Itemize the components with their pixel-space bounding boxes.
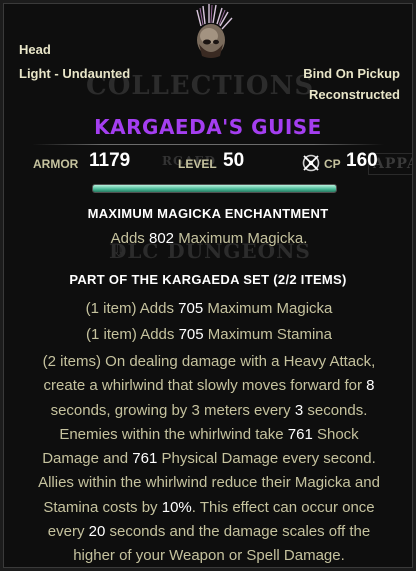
level-label: LEVEL [178, 157, 217, 171]
item-status: Reconstructed [308, 87, 400, 102]
set-bonus-2-suffix: Maximum Stamina [207, 326, 332, 343]
set-bonus-line: (2 items) On dealing damage with a Heavy… [10, 350, 408, 374]
set-bonus-line-text: Physical Damage every second. [161, 450, 376, 468]
set-bonus-line-text: every [47, 523, 85, 541]
set-bonus-line-value: 8 [366, 377, 375, 395]
feathered-helm-icon [196, 4, 233, 58]
champion-point-icon [302, 154, 320, 172]
set-bonus-line-text: Shock [316, 425, 359, 443]
armor-value: 1179 [89, 150, 131, 171]
set-bonus-1-prefix: (1 item) Adds [85, 300, 174, 317]
level-value: 50 [223, 150, 245, 171]
condition-bar [92, 184, 337, 193]
condition-bar-fill [93, 185, 336, 192]
set-bonus-line-text: create a whirlwind that slowly moves for… [43, 377, 362, 395]
item-tooltip: COLLECTIONS rgaed Appa ⇩ DLC DUNGEONS He… [3, 3, 413, 568]
item-name: KARGAEDA'S GUISE [94, 115, 322, 139]
name-divider [32, 144, 384, 145]
set-bonus-line: create a whirlwind that slowly moves for… [10, 374, 408, 398]
enchantment-text-b: Maximum Magicka. [178, 230, 308, 247]
set-bonus-line-text: seconds and the damage scales off the [109, 523, 371, 541]
set-bonus-line-value: 761 [132, 450, 158, 468]
stats-row: ARMOR 1179 LEVEL 50 CP 160 [4, 149, 412, 177]
set-bonus-line-value: 10% [161, 498, 192, 516]
enchantment-text-a: Adds [110, 230, 145, 247]
set-bonus-line: seconds, growing by 3 meters every 3 sec… [10, 399, 408, 423]
set-bonus-line-value: 761 [287, 425, 313, 443]
set-bonus-line-value: 20 [88, 523, 106, 541]
set-bonus-line: higher of your Weapon or Spell Damage. [10, 544, 408, 567]
enchantment-title: MAXIMUM MAGICKA ENCHANTMENT [87, 206, 329, 221]
set-title: PART OF THE KARGAEDA SET (2/2 ITEMS) [69, 272, 347, 287]
set-bonus-line-text: Stamina costs by [43, 498, 158, 516]
set-bonus-line-text: Damage and [42, 450, 129, 468]
armor-label: ARMOR [33, 157, 79, 171]
set-bonus-2-items: (2 items) On dealing damage with a Heavy… [10, 350, 408, 567]
item-slot: Head [19, 42, 51, 57]
cp-label: CP [324, 157, 341, 171]
set-bonus-line-text: Enemies within the whirlwind take [59, 425, 284, 443]
enchantment-text: Adds 802 Maximum Magicka. [10, 228, 408, 249]
set-bonus-line: Allies within the whirlwind reduce their… [10, 471, 408, 495]
bind-type: Bind On Pickup [303, 66, 400, 81]
set-bonus-line-text: Allies within the whirlwind reduce their… [38, 474, 380, 492]
set-bonus-line-text: higher of your Weapon or Spell Damage. [73, 547, 345, 565]
set-bonus-line: Enemies within the whirlwind take 761 Sh… [10, 423, 408, 447]
set-bonus-line-text: . This effect can occur once [191, 498, 375, 516]
set-bonus-line-text: seconds, growing by 3 meters every [50, 401, 291, 419]
set-bonus-line: Damage and 761 Physical Damage every sec… [10, 447, 408, 471]
set-bonus-2-prefix: (1 item) Adds [86, 326, 175, 343]
set-bonus-2-value: 705 [178, 326, 204, 343]
set-bonus-line: every 20 seconds and the damage scales o… [10, 520, 408, 544]
cp-value: 160 [346, 150, 378, 171]
enchantment-value: 802 [148, 230, 175, 247]
set-bonus-line: Stamina costs by 10%. This effect can oc… [10, 496, 408, 520]
set-bonus-line-text: (2 items) On dealing damage with a Heavy… [42, 353, 376, 370]
set-bonus-1-suffix: Maximum Magicka [207, 300, 333, 317]
set-bonus-1-value: 705 [178, 300, 204, 317]
item-weight: Light - Undaunted [19, 66, 131, 81]
set-bonus-line-text: seconds. [307, 401, 368, 419]
set-bonus-1: (1 item) Adds 705 Maximum Magicka [10, 298, 408, 319]
set-bonus-line-value: 3 [294, 401, 304, 419]
set-bonus-2: (1 item) Adds 705 Maximum Stamina [10, 324, 408, 345]
